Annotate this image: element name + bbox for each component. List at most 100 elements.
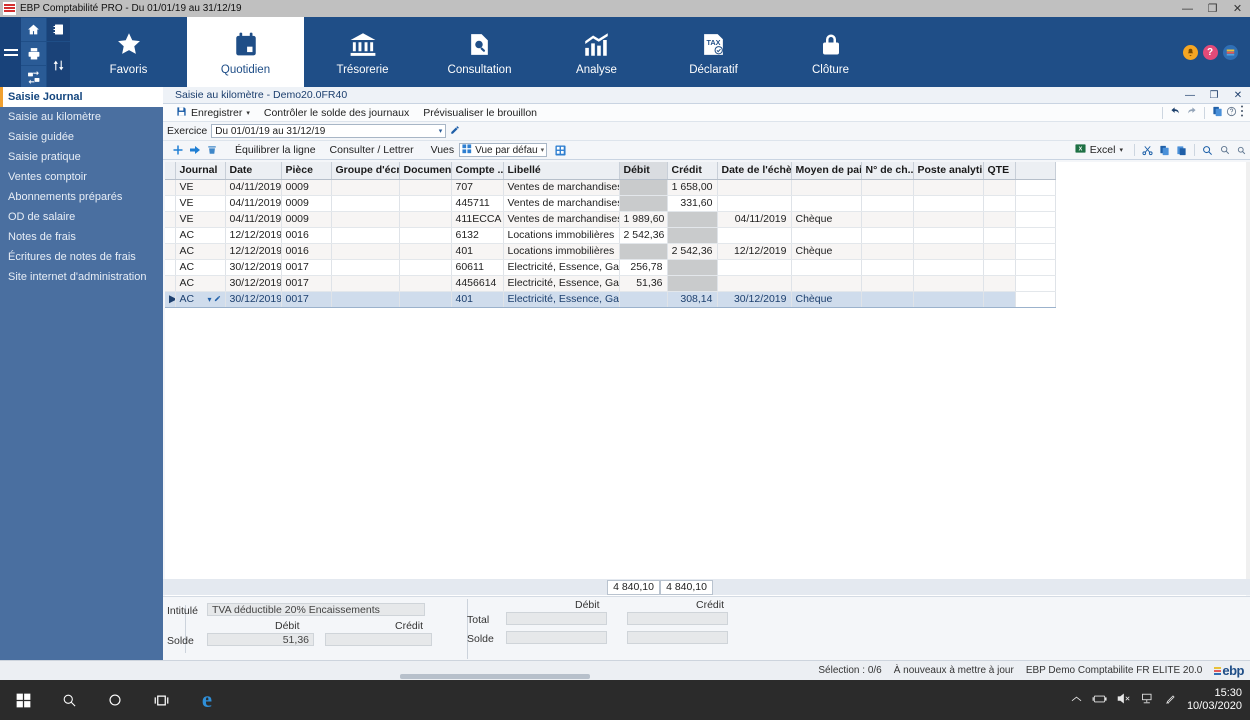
table-row[interactable]: VE 04/11/2019 0009 445711 Ventes de marc… bbox=[165, 195, 1056, 212]
cell-document[interactable] bbox=[399, 227, 452, 244]
ribbon-tab-consultation[interactable]: Consultation bbox=[421, 17, 538, 87]
cell-journal[interactable]: VE bbox=[175, 179, 226, 196]
column-header-moyen[interactable]: Moyen de pai... bbox=[791, 162, 862, 180]
copy-icon[interactable] bbox=[1212, 106, 1223, 120]
cell-debit[interactable] bbox=[619, 179, 668, 196]
undo-icon[interactable] bbox=[1170, 106, 1182, 120]
cell-document[interactable] bbox=[399, 291, 452, 308]
cell-echeance[interactable] bbox=[717, 195, 792, 212]
column-header-analytique[interactable]: Poste analyti... bbox=[913, 162, 984, 180]
sidebar-item-abonnements-prepares[interactable]: Abonnements préparés bbox=[0, 187, 163, 207]
cell-numcheque[interactable] bbox=[861, 211, 914, 228]
user-account-icon[interactable] bbox=[1222, 44, 1238, 60]
cell-piece[interactable]: 0017 bbox=[281, 259, 332, 276]
document-minimize-button[interactable]: — bbox=[1178, 90, 1202, 101]
cell-credit[interactable]: 331,60 bbox=[667, 195, 718, 212]
sidebar-item-ventes-comptoir[interactable]: Ventes comptoir bbox=[0, 167, 163, 187]
cell-compte[interactable]: 445711 bbox=[451, 195, 504, 212]
sidebar-item-saisie-pratique[interactable]: Saisie pratique bbox=[0, 147, 163, 167]
cell-analytique[interactable] bbox=[913, 291, 984, 308]
contacts-icon[interactable] bbox=[47, 18, 70, 41]
cell-numcheque[interactable] bbox=[861, 227, 914, 244]
document-close-button[interactable]: ✕ bbox=[1226, 90, 1250, 101]
table-row[interactable]: VE 04/11/2019 0009 411ECCA Ventes de mar… bbox=[165, 211, 1056, 228]
balance-line-button[interactable]: Équilibrer la ligne bbox=[228, 144, 323, 156]
table-row[interactable]: VE 04/11/2019 0009 707 Ventes de marchan… bbox=[165, 179, 1056, 196]
cell-journal[interactable]: AC bbox=[175, 227, 226, 244]
cell-credit[interactable] bbox=[667, 275, 718, 292]
cell-debit[interactable] bbox=[619, 291, 668, 308]
cell-qte[interactable] bbox=[983, 195, 1016, 212]
cell-credit[interactable] bbox=[667, 227, 718, 244]
column-header-document[interactable]: Document bbox=[399, 162, 452, 180]
grid-config-icon[interactable] bbox=[552, 144, 569, 156]
cell-moyen[interactable] bbox=[791, 259, 862, 276]
cell-analytique[interactable] bbox=[913, 259, 984, 276]
scissors-icon[interactable] bbox=[1139, 145, 1156, 156]
cell-moyen[interactable]: Chèque bbox=[791, 291, 862, 308]
document-tab-title[interactable]: Saisie au kilomètre - Demo20.0FR40 bbox=[175, 89, 347, 101]
cell-libelle[interactable]: Locations immobilières bbox=[503, 243, 620, 260]
column-header-compte[interactable]: Compte ... bbox=[451, 162, 504, 180]
cell-echeance[interactable] bbox=[717, 275, 792, 292]
arrow-right-icon[interactable] bbox=[186, 144, 203, 156]
table-row[interactable]: AC 30/12/2019 0017 60611 Electricité, Es… bbox=[165, 259, 1056, 276]
cell-qte[interactable] bbox=[983, 227, 1016, 244]
cell-groupe[interactable] bbox=[331, 211, 400, 228]
cell-credit[interactable] bbox=[667, 211, 718, 228]
cell-date[interactable]: 30/12/2019 bbox=[225, 291, 282, 308]
print-icon[interactable] bbox=[21, 42, 46, 65]
control-journal-balance-button[interactable]: Contrôler le solde des journaux bbox=[257, 107, 416, 119]
cell-moyen[interactable]: Chèque bbox=[791, 243, 862, 260]
exercice-select[interactable]: Du 01/01/19 au 31/12/19 ▾ bbox=[211, 124, 447, 138]
column-header-libelle[interactable]: Libellé bbox=[503, 162, 620, 180]
volume-muted-icon[interactable] bbox=[1117, 693, 1131, 707]
cell-groupe[interactable] bbox=[331, 259, 400, 276]
column-header-journal[interactable]: Journal bbox=[175, 162, 226, 180]
cell-compte[interactable]: 6132 bbox=[451, 227, 504, 244]
cell-analytique[interactable] bbox=[913, 195, 984, 212]
cell-journal[interactable]: AC bbox=[175, 275, 226, 292]
cell-date[interactable]: 30/12/2019 bbox=[225, 275, 282, 292]
cell-libelle[interactable]: Locations immobilières bbox=[503, 227, 620, 244]
cell-debit[interactable]: 256,78 bbox=[619, 259, 668, 276]
cell-groupe[interactable] bbox=[331, 275, 400, 292]
cell-date[interactable]: 12/12/2019 bbox=[225, 227, 282, 244]
ribbon-tab-analyse[interactable]: Analyse bbox=[538, 17, 655, 87]
intitule-field[interactable]: TVA déductible 20% Encaissements bbox=[207, 603, 425, 616]
taskbar-clock[interactable]: 15:30 10/03/2020 bbox=[1187, 687, 1242, 713]
cell-libelle[interactable]: Ventes de marchandises bbox=[503, 179, 620, 196]
show-hidden-icons-button[interactable] bbox=[1071, 694, 1082, 706]
cell-journal[interactable]: AC bbox=[175, 243, 226, 260]
more-vertical-icon[interactable] bbox=[1240, 105, 1244, 120]
pencil-icon[interactable] bbox=[450, 125, 460, 138]
grid-vertical-scrollbar[interactable] bbox=[1246, 162, 1250, 579]
sidebar-item-od-de-salaire[interactable]: OD de salaire bbox=[0, 207, 163, 227]
cell-echeance[interactable] bbox=[717, 179, 792, 196]
cell-libelle[interactable]: Electricité, Essence, Gaz bbox=[503, 291, 620, 308]
cell-echeance[interactable] bbox=[717, 259, 792, 276]
sort-icon[interactable] bbox=[47, 42, 70, 89]
chevron-down-icon[interactable]: ▾ bbox=[439, 127, 443, 135]
sidebar-item-ecritures-de-notes-de-frais[interactable]: Écritures de notes de frais bbox=[0, 247, 163, 267]
cell-moyen[interactable] bbox=[791, 195, 862, 212]
cell-date[interactable]: 04/11/2019 bbox=[225, 195, 282, 212]
transfer-icon[interactable] bbox=[21, 66, 46, 89]
ribbon-tab-cloture[interactable]: Clôture bbox=[772, 17, 889, 87]
cell-moyen[interactable] bbox=[791, 179, 862, 196]
cell-edit-pencil-icon[interactable] bbox=[214, 295, 221, 304]
cell-analytique[interactable] bbox=[913, 243, 984, 260]
paste-icon[interactable] bbox=[1173, 145, 1190, 156]
document-restore-button[interactable]: ❐ bbox=[1202, 90, 1226, 101]
cell-numcheque[interactable] bbox=[861, 243, 914, 260]
cell-moyen[interactable]: Chèque bbox=[791, 211, 862, 228]
cell-piece[interactable]: 0009 bbox=[281, 211, 332, 228]
cell-echeance[interactable]: 04/11/2019 bbox=[717, 211, 792, 228]
cell-qte[interactable] bbox=[983, 291, 1016, 308]
cell-groupe[interactable] bbox=[331, 291, 400, 308]
chevron-down-icon[interactable]: ▾ bbox=[541, 146, 545, 154]
cell-journal[interactable]: AC ▾ bbox=[175, 291, 226, 308]
trash-icon[interactable] bbox=[203, 144, 220, 156]
table-row[interactable]: AC 30/12/2019 0017 4456614 Electricité, … bbox=[165, 275, 1056, 292]
cell-analytique[interactable] bbox=[913, 211, 984, 228]
